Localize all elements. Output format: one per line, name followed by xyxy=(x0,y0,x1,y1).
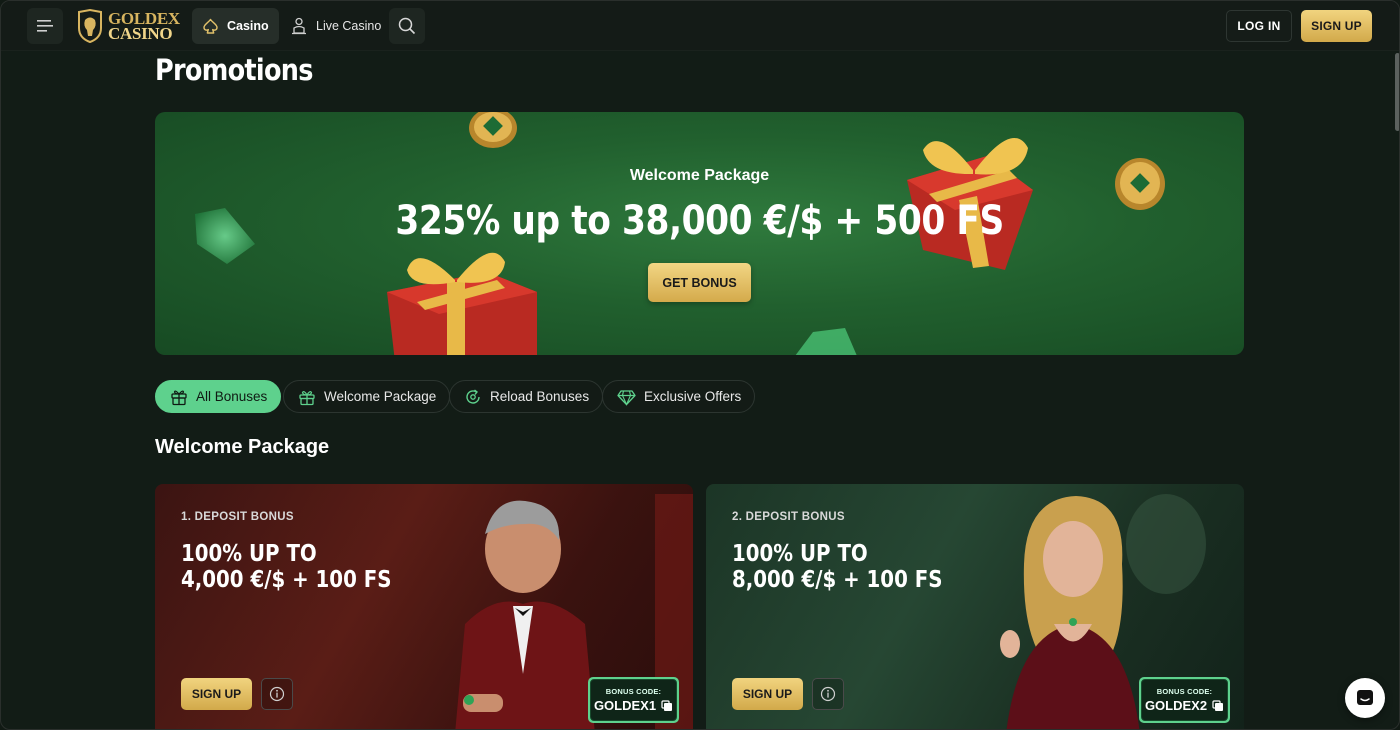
login-button[interactable]: LOG IN xyxy=(1226,10,1292,42)
page-title: Promotions xyxy=(155,53,313,87)
gift-icon xyxy=(171,390,187,405)
filter-all-bonuses[interactable]: All Bonuses xyxy=(155,380,282,413)
bonus-code-label: BONUS CODE: xyxy=(1156,687,1213,696)
menu-button[interactable] xyxy=(27,8,63,44)
card-signup-button[interactable]: SIGN UP xyxy=(732,678,803,710)
tab-casino[interactable]: Casino xyxy=(192,8,279,44)
get-bonus-button[interactable]: GET BONUS xyxy=(648,263,751,302)
chat-button[interactable] xyxy=(1345,678,1385,718)
bonus-code-box[interactable]: BONUS CODE: GOLDEX2 xyxy=(1139,677,1230,723)
bonus-card: 1. DEPOSIT BONUS 100% UP TO 4,000 €/$ + … xyxy=(155,484,693,729)
bonus-code-box[interactable]: BONUS CODE: GOLDEX1 xyxy=(588,677,679,723)
card-title-line1: 100% UP TO xyxy=(732,541,868,567)
card-title: 100% UP TO 8,000 €/$ + 100 FS xyxy=(732,541,942,593)
filter-exclusive-offers-label: Exclusive Offers xyxy=(644,389,742,404)
card-title-line1: 100% UP TO xyxy=(181,541,317,567)
bonus-code-label: BONUS CODE: xyxy=(605,687,662,696)
filter-welcome-package-label: Welcome Package xyxy=(324,389,437,404)
search-icon xyxy=(398,17,416,35)
card-title: 100% UP TO 4,000 €/$ + 100 FS xyxy=(181,541,391,593)
reload-icon xyxy=(466,388,480,404)
filter-all-bonuses-label: All Bonuses xyxy=(196,389,268,404)
filter-welcome-package[interactable]: Welcome Package xyxy=(283,380,451,413)
signup-button[interactable]: SIGN UP xyxy=(1301,10,1372,42)
bonus-code-value: GOLDEX2 xyxy=(1144,698,1208,713)
diamond-icon xyxy=(617,389,636,406)
copy-icon[interactable] xyxy=(1212,699,1224,712)
hero-banner: Welcome Package 325% up to 38,000 €/$ + … xyxy=(155,112,1244,355)
search-button[interactable] xyxy=(389,8,425,44)
logo-text-casino: CASINO xyxy=(108,24,173,43)
info-icon xyxy=(269,686,285,702)
chat-icon xyxy=(1357,690,1373,705)
card-kicker: 2. DEPOSIT BONUS xyxy=(732,511,845,523)
lion-crest-icon xyxy=(78,9,102,43)
bonus-code-value: GOLDEX1 xyxy=(593,698,657,713)
card-title-line2: 4,000 €/$ + 100 FS xyxy=(181,567,392,593)
filter-reload-bonuses[interactable]: Reload Bonuses xyxy=(449,380,604,413)
card-title-line2: 8,000 €/$ + 100 FS xyxy=(732,567,943,593)
gift-box-icon xyxy=(299,390,315,405)
spade-icon xyxy=(203,18,218,34)
dealer-icon xyxy=(292,17,306,35)
hero-title: 325% up to 38,000 €/$ + 500 FS xyxy=(395,198,1004,244)
filter-exclusive-offers[interactable]: Exclusive Offers xyxy=(602,380,756,413)
page-scrollbar[interactable] xyxy=(1395,53,1399,131)
gift-box-decoration xyxy=(387,252,537,355)
coin-decoration xyxy=(469,112,517,148)
card-info-button[interactable] xyxy=(812,678,844,710)
app-window: GOLDEX CASINO Casino Live Casino LOG IN … xyxy=(0,0,1400,730)
section-title: Welcome Package xyxy=(155,436,330,458)
hamburger-icon xyxy=(37,20,53,32)
card-kicker: 1. DEPOSIT BONUS xyxy=(181,511,294,523)
filter-reload-bonuses-label: Reload Bonuses xyxy=(490,389,590,404)
tab-live-casino-label: Live Casino xyxy=(316,19,382,33)
card-info-button[interactable] xyxy=(261,678,293,710)
tab-casino-label: Casino xyxy=(227,19,269,33)
top-navigation: GOLDEX CASINO Casino Live Casino LOG IN … xyxy=(1,1,1399,51)
copy-icon[interactable] xyxy=(661,699,673,712)
info-icon xyxy=(820,686,836,702)
gift-box-decoration xyxy=(907,137,1033,270)
hero-subtitle: Welcome Package xyxy=(629,167,770,184)
goldex-logo[interactable]: GOLDEX CASINO xyxy=(76,8,180,44)
card-signup-button[interactable]: SIGN UP xyxy=(181,678,252,710)
tab-live-casino[interactable]: Live Casino xyxy=(280,8,391,44)
emerald-decoration xyxy=(795,328,857,355)
bonus-card: 2. DEPOSIT BONUS 100% UP TO 8,000 €/$ + … xyxy=(706,484,1244,729)
